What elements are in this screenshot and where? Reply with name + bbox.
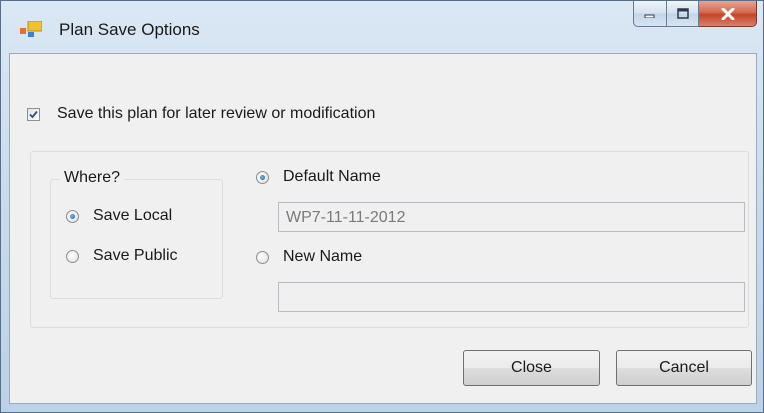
save-plan-label: Save this plan for later review or modif… [57,105,376,122]
new-name-radio[interactable] [256,250,269,264]
close-button[interactable]: Close [463,350,600,386]
save-plan-checkbox[interactable] [27,107,40,121]
default-name-option[interactable]: Default Name [256,168,381,186]
save-plan-checkbox-row[interactable]: Save this plan for later review or modif… [27,105,375,123]
default-name-label: Default Name [283,168,381,185]
dialog-body: Save this plan for later review or modif… [9,53,757,404]
cancel-button[interactable]: Cancel [616,350,752,386]
new-name-field[interactable] [278,282,745,312]
where-group-label: Where? [60,169,125,187]
window-title: Plan Save Options [59,20,200,39]
minimize-button[interactable] [633,1,667,27]
where-group [50,179,223,299]
dialog-window: Plan Save Options Save this plan for lat… [0,0,764,413]
save-local-radio[interactable] [66,209,79,223]
checkmark-icon [29,110,38,118]
close-window-button[interactable] [699,1,757,27]
maximize-button[interactable] [667,1,699,27]
save-public-radio[interactable] [66,249,79,263]
window-controls [633,1,757,29]
close-icon [721,7,734,20]
app-icon [20,21,42,37]
save-local-label: Save Local [93,207,173,224]
title-bar[interactable]: Plan Save Options [1,1,763,53]
default-name-radio[interactable] [256,170,269,184]
maximize-icon [676,8,689,19]
minimize-icon [644,14,655,18]
default-name-field[interactable]: WP7-11-11-2012 [278,202,745,232]
save-local-option[interactable]: Save Local [66,207,172,225]
new-name-option[interactable]: New Name [256,248,362,266]
new-name-label: New Name [283,248,363,265]
save-public-option[interactable]: Save Public [66,247,178,265]
save-public-label: Save Public [93,247,178,264]
